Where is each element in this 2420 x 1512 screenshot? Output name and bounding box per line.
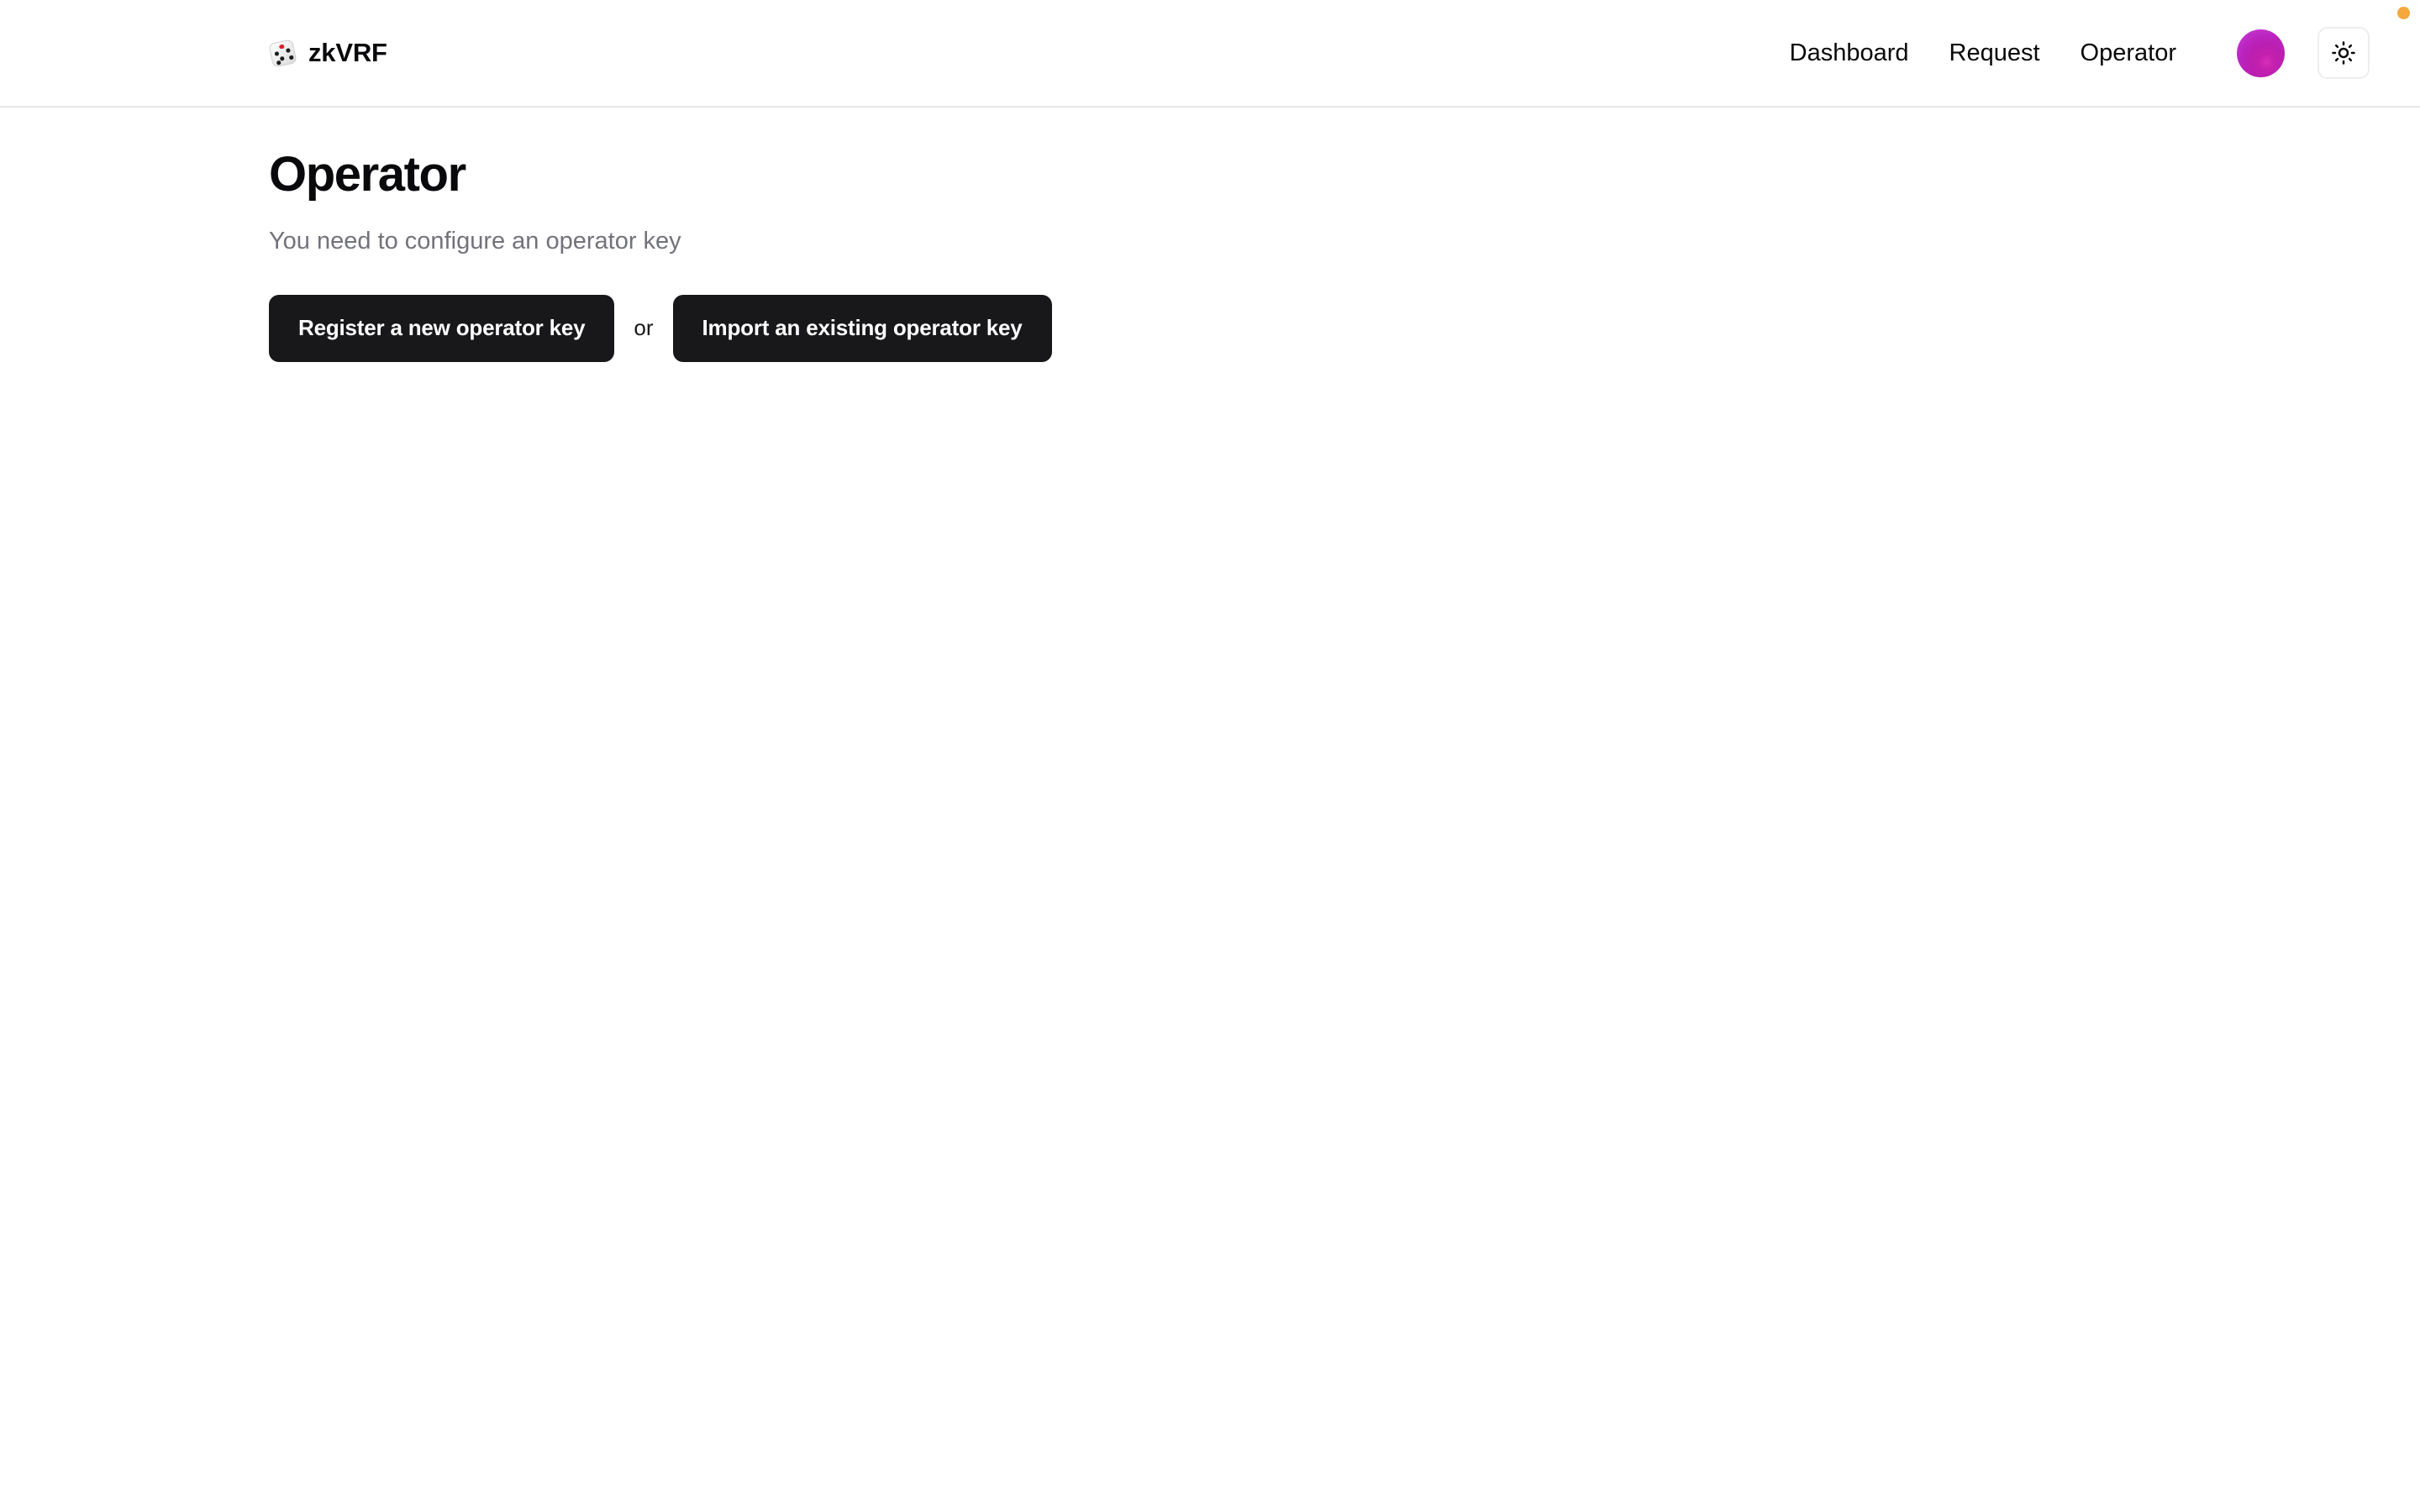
sun-icon [2331, 40, 2356, 66]
brand-logo-link[interactable]: zkVRF [268, 38, 387, 68]
status-indicator-dot [2397, 7, 2410, 19]
nav-link-dashboard[interactable]: Dashboard [1770, 31, 1929, 76]
operator-key-actions: Register a new operator key or Import an… [269, 294, 2151, 362]
theme-toggle-button[interactable] [2317, 27, 2370, 79]
actions-separator-label: or [634, 315, 654, 341]
register-operator-key-button[interactable]: Register a new operator key [269, 294, 615, 362]
brand-name: zkVRF [308, 38, 387, 67]
app-root: zkVRF Dashboard Request Operator Operato… [0, 0, 2420, 1512]
import-operator-key-button[interactable]: Import an existing operator key [672, 294, 1052, 362]
main-content: Operator You need to configure an operat… [0, 108, 2420, 362]
nav-link-request[interactable]: Request [1929, 31, 2060, 76]
site-header: zkVRF Dashboard Request Operator [0, 0, 2420, 108]
page-subtitle: You need to configure an operator key [269, 227, 681, 255]
primary-navigation: Dashboard Request Operator [1770, 27, 2370, 79]
nav-link-operator[interactable]: Operator [2060, 31, 2196, 76]
dice-icon [268, 39, 297, 68]
page-title: Operator [269, 147, 466, 202]
avatar[interactable] [2237, 29, 2285, 77]
